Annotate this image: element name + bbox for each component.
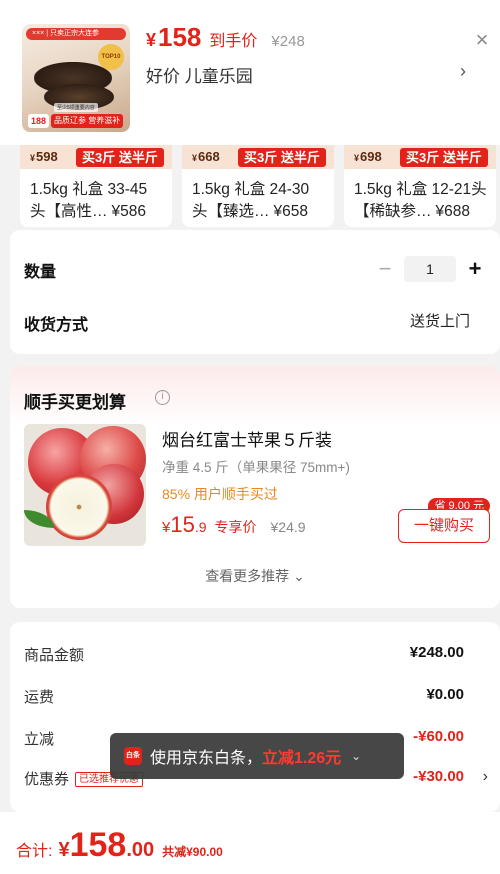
- close-icon[interactable]: ×: [472, 29, 492, 51]
- image-banner: ××× | 只卖正宗大连参: [26, 28, 126, 40]
- sku-strip: 598 买3斤 送半斤: [20, 145, 172, 169]
- quantity-stepper: − 1 +: [374, 256, 486, 282]
- summary-label: 商品金额: [24, 647, 85, 664]
- sku-spec: 1.5kg 礼盒 24-30: [192, 181, 310, 198]
- recommend-title: 顺手买更划算: [24, 393, 126, 412]
- sku-strip: 668 买3斤 送半斤: [182, 145, 334, 169]
- order-total: 合计: ¥ 158 .00 共减¥90.00: [16, 826, 223, 865]
- total-yen: ¥: [58, 839, 70, 861]
- delivery-label: 收货方式: [24, 317, 89, 334]
- sku-spec-line2: 【稀缺参… ¥688: [354, 199, 470, 221]
- sku-price: ¥658: [273, 203, 308, 220]
- sku-price: ¥688: [435, 203, 470, 220]
- chevron-down-icon: ⌄: [351, 749, 362, 763]
- sku-strip-price: 668: [192, 149, 220, 164]
- final-price: 158: [158, 22, 202, 52]
- sku-strip-price: 598: [30, 149, 58, 164]
- toast-highlight: 立减1.26元: [262, 750, 342, 767]
- sku-spec: 1.5kg 礼盒 12-21头: [354, 181, 487, 198]
- bottom-bar: 合计: ¥ 158 .00 共减¥90.00: [0, 812, 500, 874]
- recommend-social-proof: 85% 用户顺手买过: [162, 486, 278, 502]
- chevron-right-icon: ›: [460, 61, 466, 81]
- total-saved: 共减¥90.00: [162, 845, 223, 859]
- one-click-buy-button[interactable]: 一键购买: [398, 509, 490, 543]
- price-line: ¥ 158 到手价 ¥248: [146, 22, 305, 53]
- recommend-product-name[interactable]: 烟台红富士苹果５斤装: [162, 426, 332, 451]
- promo-link[interactable]: 好价 儿童乐园 ›: [146, 61, 466, 87]
- product-image[interactable]: ××× | 只卖正宗大连参 TOP10 至少5项重要内容 188 品质辽参 营养…: [22, 24, 130, 132]
- sku-spec: 1.5kg 礼盒 33-45: [30, 181, 148, 198]
- summary-value: -¥30.00: [413, 768, 464, 785]
- original-price: ¥248: [271, 33, 305, 50]
- recommend-product-spec: 净重 4.5 斤（单果果径 75mm+): [162, 460, 350, 475]
- image-badge: 品质辽参 营养滋补: [51, 114, 124, 128]
- apple-cut-shape: [46, 474, 112, 540]
- see-more-recommend[interactable]: 查看更多推荐 ⌄: [10, 566, 500, 586]
- summary-row: 运费 ¥0.00: [24, 686, 464, 707]
- sku-promo-badge: 买3斤 送半斤: [238, 148, 326, 167]
- info-icon[interactable]: i: [155, 390, 170, 405]
- sku-name: 头【高性…: [30, 203, 108, 220]
- quantity-input[interactable]: 1: [404, 256, 456, 282]
- price-summary-card: 商品金额 ¥248.00 运费 ¥0.00 立减 -¥60.00 优惠券 已选推荐…: [10, 622, 500, 812]
- image-price-pill: 188 品质辽参 营养滋补: [28, 114, 124, 128]
- sku-strip-price: 698: [354, 149, 382, 164]
- sku-name: 【稀缺参…: [354, 203, 432, 220]
- recommend-price-int: 15: [170, 512, 195, 537]
- sku-option[interactable]: 698 买3斤 送半斤 1.5kg 礼盒 12-21头 【稀缺参…¥688: [344, 145, 496, 227]
- sku-name: 头【臻选…: [192, 203, 270, 220]
- image-tagline: 至少5项重要内容: [54, 103, 98, 112]
- sku-option[interactable]: 598 买3斤 送半斤 1.5kg 礼盒 33-45 头【高性…¥586: [20, 145, 172, 227]
- recommend-price-tag: 专享价: [214, 519, 257, 535]
- sku-option[interactable]: 668 买3斤 送半斤 1.5kg 礼盒 24-30 头【臻选…¥658: [182, 145, 334, 227]
- sku-spec-line2: 头【臻选… ¥658: [192, 199, 308, 221]
- product-header: ××× | 只卖正宗大连参 TOP10 至少5项重要内容 188 品质辽参 营养…: [0, 0, 500, 145]
- top10-badge: TOP10: [98, 44, 124, 70]
- recommend-price-yen: ¥: [162, 519, 171, 536]
- final-price-tag: 到手价: [209, 33, 258, 50]
- quantity-card: 数量 − 1 + 收货方式 送货上门: [10, 230, 500, 354]
- summary-value: ¥0.00: [426, 686, 464, 703]
- sku-spec-line2: 头【高性… ¥586: [30, 199, 146, 221]
- summary-label: 运费: [24, 689, 55, 706]
- sku-promo-badge: 买3斤 送半斤: [76, 148, 164, 167]
- delivery-method[interactable]: 送货上门: [410, 310, 470, 331]
- sku-options: 598 买3斤 送半斤 1.5kg 礼盒 33-45 头【高性…¥586 668…: [0, 145, 500, 230]
- recommend-card: 顺手买更划算 i 烟台红富士苹果５斤装 净重 4.5 斤（单果果径 75mm+)…: [10, 366, 500, 608]
- recommend-price: ¥ 15 .9 专享价 ¥24.9: [162, 512, 306, 538]
- total-dec: .00: [126, 839, 155, 861]
- sku-price: ¥586: [111, 203, 146, 220]
- promo-text: 好价 儿童乐园: [146, 67, 253, 86]
- summary-value: ¥248.00: [409, 644, 464, 661]
- summary-value: -¥60.00: [413, 728, 464, 745]
- recommend-original-price: ¥24.9: [270, 519, 306, 535]
- total-label: 合计:: [16, 843, 53, 860]
- summary-label: 立减: [24, 731, 55, 748]
- recommend-price-dec: .9: [194, 519, 207, 535]
- baitiao-toast[interactable]: 白条 使用京东白条， 立减1.26元 ⌄: [110, 733, 404, 779]
- quantity-label: 数量: [24, 264, 57, 281]
- total-int: 158: [69, 826, 127, 864]
- sku-promo-badge: 买3斤 送半斤: [400, 148, 488, 167]
- apple-product-image[interactable]: [24, 424, 146, 546]
- image-price: 188: [28, 114, 50, 128]
- summary-label: 优惠券: [24, 771, 70, 788]
- plus-button[interactable]: +: [464, 256, 486, 282]
- summary-row: 商品金额 ¥248.00: [24, 644, 464, 665]
- sku-strip: 698 买3斤 送半斤: [344, 145, 496, 169]
- baitiao-icon: 白条: [124, 747, 142, 765]
- currency-symbol: ¥: [146, 30, 157, 50]
- chevron-right-icon[interactable]: ›: [483, 768, 488, 786]
- minus-button[interactable]: −: [374, 256, 396, 282]
- toast-message: 使用京东白条，: [150, 750, 263, 767]
